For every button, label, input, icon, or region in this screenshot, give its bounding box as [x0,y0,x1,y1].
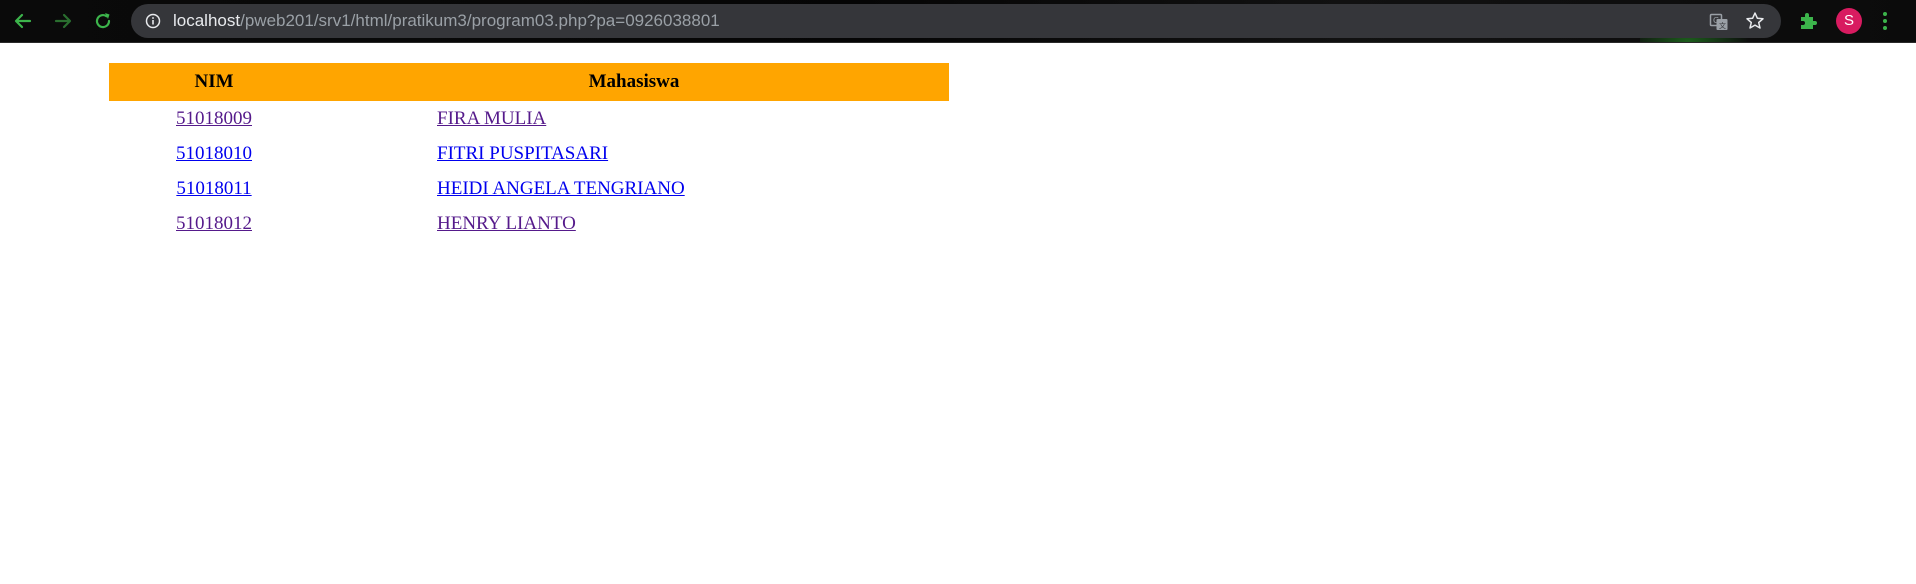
student-name-link[interactable]: FITRI PUSPITASARI [437,143,608,164]
address-bar[interactable]: localhost/pweb201/srv1/html/pratikum3/pr… [131,4,1781,38]
profile-avatar[interactable]: S [1836,8,1862,34]
nim-link[interactable]: 51018009 [176,108,252,129]
kebab-menu-icon[interactable] [1880,10,1890,32]
url-path: /pweb201/srv1/html/pratikum3/program03.p… [240,11,720,30]
table-row: 51018009 FIRA MULIA [109,101,949,136]
table-row: 51018010 FITRI PUSPITASARI [109,136,949,171]
nim-link[interactable]: 51018012 [176,213,252,234]
reload-button[interactable] [90,8,116,34]
arrow-left-icon [14,13,32,29]
name-cell: FIRA MULIA [319,101,949,136]
name-cell: HEIDI ANGELA TENGRIANO [319,171,949,206]
table-row: 51018011 HEIDI ANGELA TENGRIANO [109,171,949,206]
arrow-right-icon [54,13,72,29]
nim-link[interactable]: 51018011 [176,178,251,199]
table-header-row: NIM Mahasiswa [109,63,949,101]
mahasiswa-column-header: Mahasiswa [319,63,949,101]
student-name-link[interactable]: HEIDI ANGELA TENGRIANO [437,178,685,199]
page-content: NIM Mahasiswa 51018009 FIRA MULIA 510180… [0,43,1916,584]
nim-column-header: NIM [109,63,319,101]
nim-cell: 51018009 [109,101,319,136]
url-text[interactable]: localhost/pweb201/srv1/html/pratikum3/pr… [173,4,720,38]
star-icon[interactable] [1745,11,1765,31]
info-icon[interactable] [145,13,161,29]
browser-toolbar: localhost/pweb201/srv1/html/pratikum3/pr… [0,0,1916,43]
nim-link[interactable]: 51018010 [176,143,252,164]
extensions-puzzle-icon[interactable] [1797,10,1819,32]
back-button[interactable] [10,8,36,34]
student-table: NIM Mahasiswa 51018009 FIRA MULIA 510180… [109,63,949,241]
forward-button[interactable] [50,8,76,34]
student-name-link[interactable]: HENRY LIANTO [437,213,576,234]
name-cell: HENRY LIANTO [319,206,949,241]
svg-text:文: 文 [1719,21,1726,30]
name-cell: FITRI PUSPITASARI [319,136,949,171]
student-name-link[interactable]: FIRA MULIA [437,108,546,129]
nim-cell: 51018011 [109,171,319,206]
nim-cell: 51018012 [109,206,319,241]
url-host: localhost [173,11,241,30]
reload-icon [95,13,111,29]
translate-icon[interactable]: G 文 [1709,12,1729,32]
nim-cell: 51018010 [109,136,319,171]
table-row: 51018012 HENRY LIANTO [109,206,949,241]
